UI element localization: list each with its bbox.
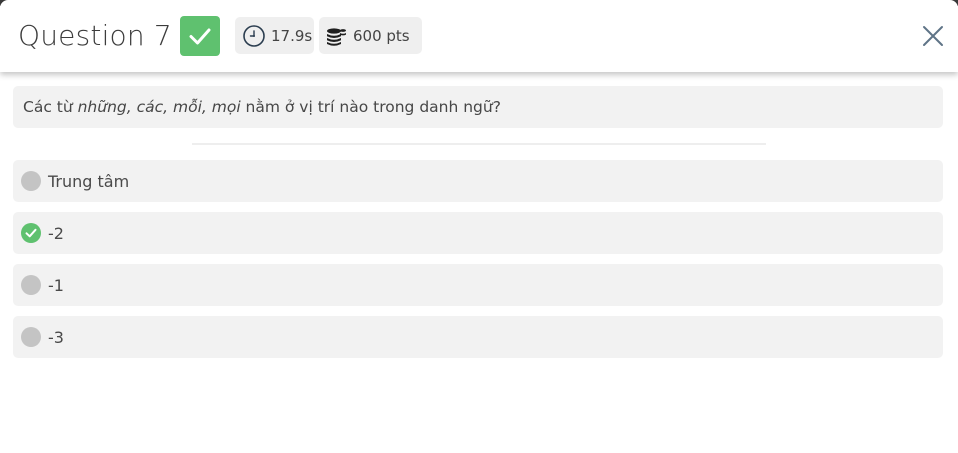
question-text: Các từ những, các, mỗi, mọi nằm ở vị trí… xyxy=(13,86,943,128)
points-pill: 600 pts xyxy=(319,17,422,54)
answer-option-label: -2 xyxy=(48,223,64,243)
answer-option-4[interactable]: -3 xyxy=(13,316,943,358)
question-title: Question 7 xyxy=(18,19,172,52)
answer-option-2[interactable]: -2 xyxy=(13,212,943,254)
divider xyxy=(192,143,766,145)
answer-option-label: Trung tâm xyxy=(48,171,130,191)
points-value: 600 pts xyxy=(353,26,410,45)
answer-option-3[interactable]: -1 xyxy=(13,264,943,306)
coins-icon xyxy=(324,24,348,48)
question-italic: những, các, mỗi, mọi xyxy=(77,98,241,116)
answer-option-1[interactable]: Trung tâm xyxy=(13,160,943,202)
check-icon xyxy=(189,28,211,45)
radio-unselected-icon[interactable] xyxy=(21,275,41,295)
close-button[interactable] xyxy=(918,21,948,51)
radio-unselected-icon[interactable] xyxy=(21,171,41,191)
question-header: Question 7 17.9s 600 pts xyxy=(0,0,958,72)
correct-status-badge xyxy=(180,16,220,56)
answer-option-label: -1 xyxy=(48,275,64,295)
question-suffix: nằm ở vị trí nào trong danh ngữ? xyxy=(240,98,501,116)
time-value: 17.9s xyxy=(271,26,313,45)
time-pill: 17.9s xyxy=(235,17,314,54)
clock-icon xyxy=(242,24,266,48)
radio-unselected-icon[interactable] xyxy=(21,327,41,347)
close-icon[interactable] xyxy=(921,24,945,48)
question-prefix: Các từ xyxy=(23,98,78,116)
answer-option-label: -3 xyxy=(48,327,64,347)
correct-check-icon[interactable] xyxy=(21,223,41,243)
